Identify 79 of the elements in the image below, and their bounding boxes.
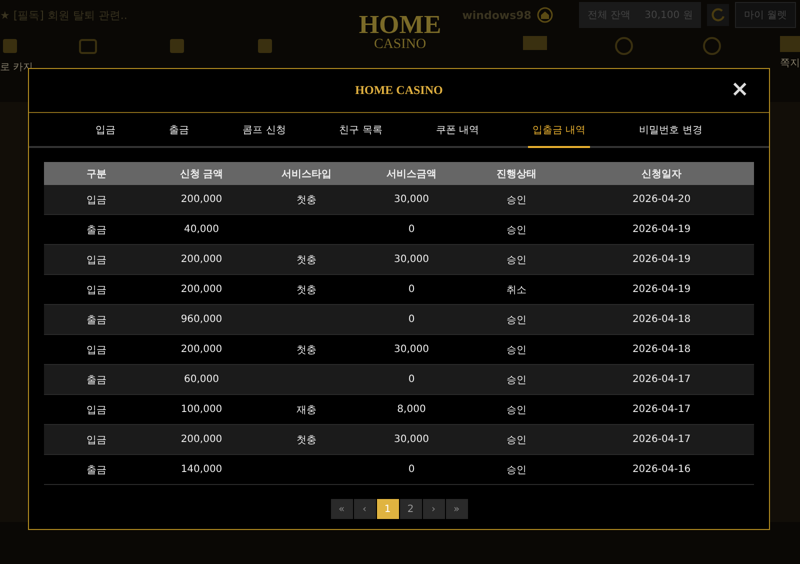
table-cell: 2026-04-18 [632,314,691,325]
table-cell: 취소 [506,284,526,296]
table-cell: 2026-04-19 [632,224,691,235]
table-cell: 승인 [506,374,526,386]
tab[interactable]: 입금 [92,113,120,148]
table-cell: 출금 [86,224,106,236]
table-cell: 30,000 [394,344,429,355]
table-cell: 승인 [506,464,526,476]
column-header: 서비스타입 [280,168,332,180]
table-cell: 출금 [86,374,106,386]
table-cell: 입금 [86,434,106,446]
column-header: 서비스금액 [386,168,438,180]
page-button[interactable]: 2 [400,499,422,519]
table-cell: 승인 [506,344,526,356]
table-cell: 2026-04-18 [632,344,691,355]
table-cell: 출금 [86,464,106,476]
table-cell: 0 [408,464,415,475]
tab[interactable]: 입출금 내역 [528,113,590,148]
table-cell: 2026-04-16 [632,464,691,475]
tab[interactable]: 쿠폰 내역 [432,113,484,148]
table-cell: 입금 [86,344,106,356]
table-cell: 200,000 [180,344,222,355]
table-cell: 2026-04-19 [632,254,691,265]
table-cell: 승인 [506,224,526,236]
column-header: 진행상태 [496,168,538,180]
column-header: 구분 [86,168,108,180]
table-cell: 2026-04-17 [632,404,691,415]
table-cell: 140,000 [180,464,222,475]
table-cell: 60,000 [184,374,219,385]
table-cell: 0 [408,284,415,295]
refresh-icon[interactable] [706,4,729,26]
table-cell: 200,000 [180,434,222,445]
table-cell: 30,000 [394,194,429,205]
close-button[interactable]: × [730,79,749,101]
table-cell: 100,000 [180,404,222,415]
table-cell: 0 [408,224,415,235]
tab[interactable]: 비밀번호 변경 [635,113,706,148]
modal-logo: HOME CASINO [355,83,443,98]
table-cell: 입금 [86,284,106,296]
page-nav-button[interactable]: ‹ [354,499,376,519]
table-cell: 첫충 [296,284,316,296]
tab[interactable]: 출금 [165,113,194,148]
table-cell: 0 [408,314,415,325]
tab[interactable]: 콤프 신청 [238,113,290,148]
table-cell: 0 [408,374,415,385]
table-cell: 2026-04-17 [632,374,691,385]
table-cell: 승인 [506,314,526,326]
table-cell: 출금 [86,314,106,326]
table-cell: 첫충 [296,344,316,356]
table-cell: 200,000 [180,194,222,205]
table-cell: 2026-04-20 [632,194,691,205]
table-cell: 입금 [86,254,106,266]
column-header: 신청 금액 [178,168,224,180]
table-cell: 30,000 [394,434,429,445]
table-cell: 40,000 [184,224,219,235]
table-cell: 2026-04-19 [632,284,691,295]
page-nav-button[interactable]: » [446,499,468,519]
table-cell: 승인 [506,194,526,206]
table-cell: 입금 [86,404,106,416]
table-cell: 첫충 [296,254,316,266]
table-cell: 30,000 [394,254,429,265]
column-header: 신청일자 [640,168,682,180]
table-cell: 승인 [506,434,526,446]
page-nav-button[interactable]: › [422,499,444,519]
table-cell: 2026-04-17 [632,434,691,445]
page-nav-button[interactable]: « [330,499,352,519]
table-cell: 재충 [296,404,316,416]
table-cell: 200,000 [180,254,222,265]
nav-label[interactable]: 쪽지 [780,56,800,70]
home-icon[interactable] [537,7,554,23]
table-cell: 입금 [86,194,106,206]
table-cell: 첫충 [296,434,316,446]
table-cell: 8,000 [397,404,426,415]
table-cell: 첫충 [296,194,316,206]
table-cell: 승인 [506,254,526,266]
table-cell: 960,000 [180,314,222,325]
table-cell: 승인 [506,404,526,416]
table-cell: 200,000 [180,284,222,295]
tab[interactable]: 친구 목록 [335,113,386,148]
